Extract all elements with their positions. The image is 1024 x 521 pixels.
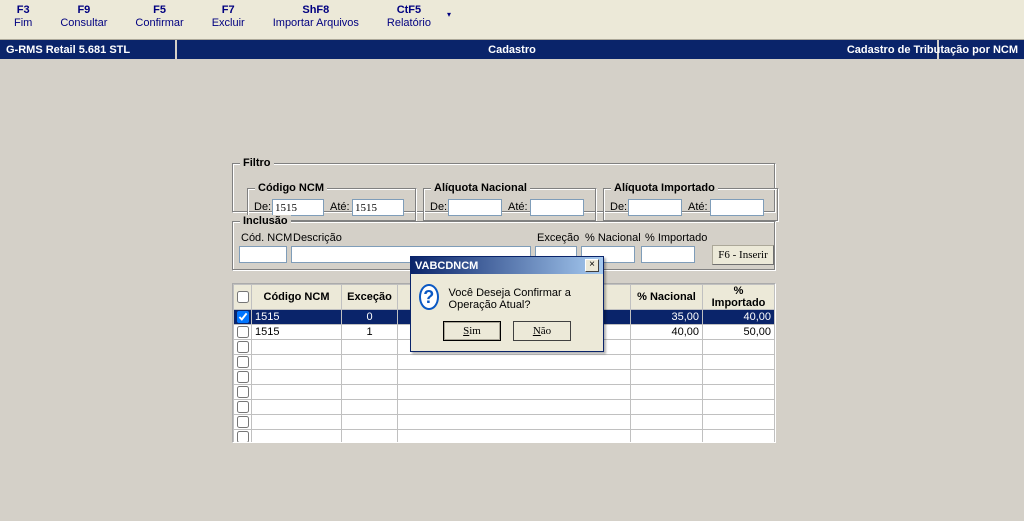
grid-header-importado[interactable]: % Importado [703,285,775,310]
row-checkbox[interactable] [237,341,249,353]
app-title: G-RMS Retail 5.681 STL [6,44,130,56]
row-checkbox[interactable] [237,371,249,383]
no-button[interactable]: Não [513,321,571,341]
aliqn-ate-label: Até: [508,201,528,213]
aliqn-ate-input[interactable] [530,199,584,216]
grid-header-codncm[interactable]: Código NCM [252,285,342,310]
close-icon[interactable]: × [585,259,599,272]
yes-button[interactable]: Sim [443,321,501,341]
table-row[interactable] [234,385,775,400]
toolbar-item-importar[interactable]: ShF8 Importar Arquivos [259,4,373,29]
confirm-dialog: VABCDNCM × ? Você Deseja Confirmar a Ope… [410,256,604,352]
table-row[interactable] [234,370,775,385]
aliqi-ate-input[interactable] [710,199,764,216]
aliqn-de-input[interactable] [448,199,502,216]
toolbar-item-consultar[interactable]: F9 Consultar [46,4,121,29]
inc-importado-label: % Importado [645,232,707,244]
row-checkbox[interactable] [237,401,249,413]
row-checkbox[interactable] [237,431,249,443]
inc-codncm-input[interactable] [239,246,287,263]
aliqi-de-label: De: [610,201,627,213]
inserir-button[interactable]: F6 - Inserir [712,245,774,265]
check-all[interactable] [237,291,249,303]
grid-header-excecao[interactable]: Exceção [342,285,398,310]
codncm-de-input[interactable] [272,199,324,216]
aliqi-legend: Alíquota Importado [611,182,718,194]
row-checkbox[interactable] [237,326,249,338]
table-row[interactable] [234,415,775,430]
row-checkbox[interactable] [237,356,249,368]
page-title: Cadastro de Tributação por NCM [847,44,1018,56]
toolbar-overflow-icon[interactable]: ▾ [445,4,457,19]
toolbar-item-confirmar[interactable]: F5 Confirmar [121,4,197,29]
row-checkbox[interactable] [237,386,249,398]
filtro-legend: Filtro [240,157,274,169]
aliqi-de-input[interactable] [628,199,682,216]
table-row[interactable] [234,430,775,444]
aliqn-legend: Alíquota Nacional [431,182,530,194]
table-row[interactable] [234,400,775,415]
inc-descricao-label: Descrição [293,232,342,244]
inclusao-legend: Inclusão [240,215,291,227]
dialog-title: VABCDNCM [415,260,478,272]
filtro-group: Filtro Código NCM De: Até: Alíquota Naci… [232,163,776,213]
inc-excecao-label: Exceção [537,232,579,244]
toolbar-item-relatorio[interactable]: CtF5 Relatório [373,4,445,29]
codncm-ate-input[interactable] [352,199,404,216]
dialog-message: Você Deseja Confirmar a Operação Atual? [449,284,595,311]
codncm-ate-label: Até: [330,201,350,213]
dialog-titlebar[interactable]: VABCDNCM × [411,257,603,274]
toolbar: F3 Fim F9 Consultar F5 Confirmar F7 Excl… [0,0,1024,40]
aliqi-ate-label: Até: [688,201,708,213]
codncm-de-label: De: [254,201,271,213]
aliquota-importado-group: Alíquota Importado De: Até: [603,188,779,222]
inc-nacional-label: % Nacional [585,232,641,244]
question-icon: ? [419,284,439,310]
table-row[interactable] [234,355,775,370]
grid-header-nacional[interactable]: % Nacional [631,285,703,310]
toolbar-item-fim[interactable]: F3 Fim [0,4,46,29]
titlebar-divider [175,40,177,59]
inc-importado-input[interactable] [641,246,695,263]
aliquota-nacional-group: Alíquota Nacional De: Até: [423,188,597,222]
inc-codncm-label: Cód. NCM [241,232,292,244]
aliqn-de-label: De: [430,201,447,213]
toolbar-item-excluir[interactable]: F7 Excluir [198,4,259,29]
grid-header-check[interactable] [234,285,252,310]
row-checkbox[interactable] [237,416,249,428]
codncm-legend: Código NCM [255,182,327,194]
title-bar: G-RMS Retail 5.681 STL Cadastro Cadastro… [0,40,1024,59]
row-checkbox[interactable] [237,311,249,323]
